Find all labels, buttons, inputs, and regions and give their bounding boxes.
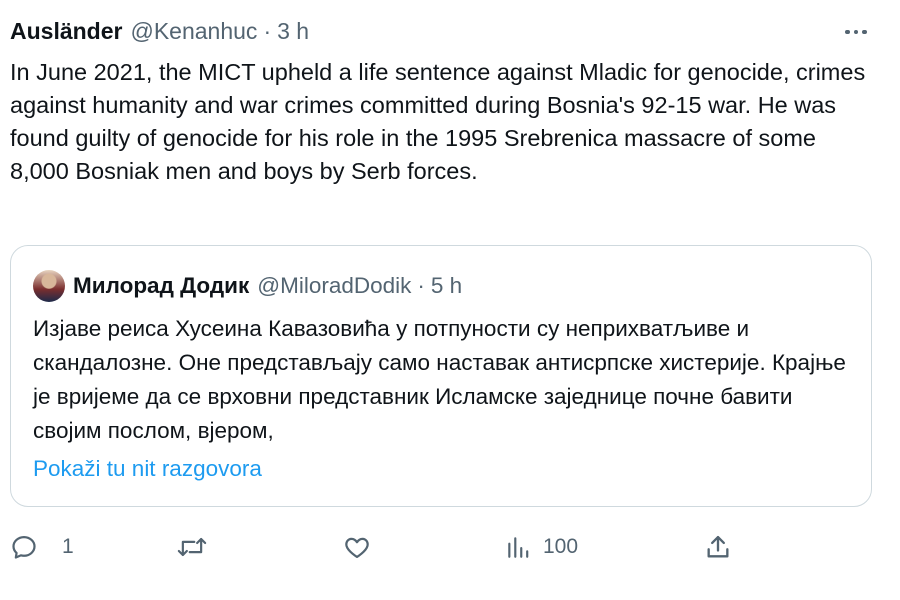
quote-text: Изјаве реиса Хусеина Кавазовића у потпун… bbox=[33, 316, 846, 443]
more-horizontal-icon[interactable] bbox=[836, 18, 876, 46]
quote-author-handle[interactable]: @MiloradDodik bbox=[257, 272, 411, 300]
separator-dot: · bbox=[417, 273, 425, 298]
tweet-text: In June 2021, the MICT upheld a life sen… bbox=[10, 59, 866, 184]
like-button[interactable] bbox=[342, 530, 372, 564]
views-chart-icon bbox=[508, 537, 529, 558]
author-name[interactable]: Ausländer bbox=[10, 16, 122, 46]
retweet-icon bbox=[177, 537, 207, 557]
quote-header: Милорад Додик @MiloradDodik · 5 h bbox=[33, 270, 462, 302]
quoted-tweet-card[interactable]: Милорад Додик @MiloradDodik · 5 h Изјаве… bbox=[10, 245, 872, 507]
tweet-header: Ausländer @Kenanhuc · 3 h bbox=[10, 16, 309, 46]
retweet-button[interactable] bbox=[176, 530, 208, 564]
views-count: 100 bbox=[543, 535, 579, 558]
reply-count: 1 bbox=[62, 535, 74, 558]
reply-button[interactable]: 1 bbox=[10, 530, 74, 564]
heart-icon bbox=[345, 537, 369, 559]
tweet-timestamp[interactable]: 3 h bbox=[277, 16, 309, 46]
views-button[interactable]: 100 bbox=[505, 530, 578, 564]
show-thread-link[interactable]: Pokaži tu nit razgovora bbox=[33, 454, 262, 484]
separator-dot: · bbox=[263, 18, 272, 44]
quote-timestamp[interactable]: 5 h bbox=[431, 272, 462, 300]
quote-author-name[interactable]: Милорад Додик bbox=[73, 272, 249, 300]
author-handle[interactable]: @Kenanhuc bbox=[130, 16, 257, 46]
reply-icon bbox=[12, 535, 36, 559]
avatar[interactable] bbox=[33, 270, 65, 302]
share-button[interactable] bbox=[704, 530, 732, 564]
share-icon bbox=[707, 535, 729, 558]
